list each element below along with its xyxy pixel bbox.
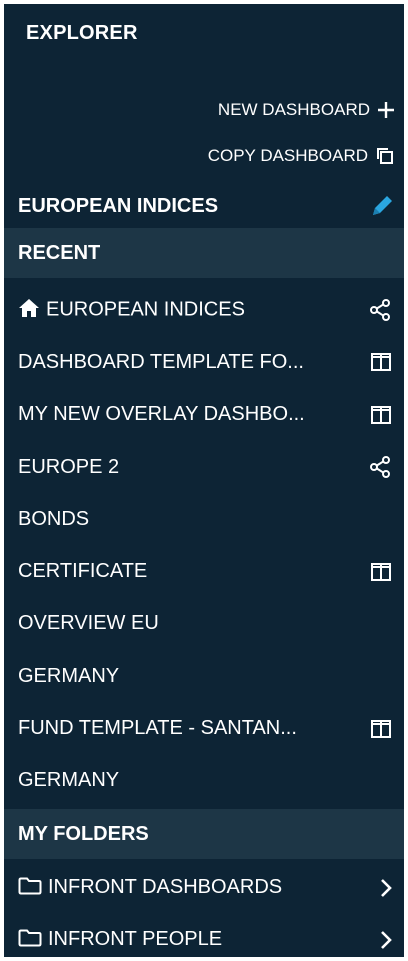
my-folders-header-label: MY FOLDERS — [18, 822, 149, 845]
copy-dashboard-label: COPY DASHBOARD — [207, 146, 368, 165]
my-folders-section-header: MY FOLDERS — [4, 809, 404, 859]
recent-item[interactable]: GERMANY — [4, 650, 404, 702]
recent-item[interactable]: FUND TEMPLATE - SANTAN... — [4, 702, 404, 754]
edit-pencil-icon[interactable] — [368, 192, 396, 220]
recent-item-label: FUND TEMPLATE - SANTAN... — [18, 717, 297, 740]
share-icon[interactable] — [368, 455, 392, 479]
recent-item[interactable]: EUROPEAN INDICES — [4, 284, 404, 336]
recent-item-label: EUROPE 2 — [18, 455, 120, 478]
recent-item[interactable]: CERTIFICATE — [4, 545, 404, 597]
recent-item-label: DASHBOARD TEMPLATE FO... — [18, 350, 304, 373]
folder-icon — [18, 929, 42, 952]
columns-icon[interactable] — [370, 719, 392, 739]
recent-item[interactable]: DASHBOARD TEMPLATE FO... — [4, 336, 404, 388]
folder-item-label: INFRONT DASHBOARDS — [48, 876, 283, 899]
folder-item[interactable]: INFRONT DASHBOARDS — [4, 862, 404, 914]
copy-icon — [374, 145, 396, 167]
recent-item[interactable]: OVERVIEW EU — [4, 598, 404, 650]
recent-item[interactable]: MY NEW OVERLAY DASHBO... — [4, 389, 404, 441]
recent-item-label: BONDS — [18, 507, 90, 530]
current-dashboard[interactable]: EUROPEAN INDICES — [4, 184, 404, 228]
recent-item-label: MY NEW OVERLAY DASHBO... — [18, 403, 305, 426]
recent-item-label: EUROPEAN INDICES — [46, 298, 245, 321]
share-icon[interactable] — [368, 298, 392, 322]
folder-icon — [18, 877, 42, 900]
recent-section-header: RECENT — [4, 228, 404, 278]
columns-icon[interactable] — [370, 562, 392, 582]
current-dashboard-label: EUROPEAN INDICES — [18, 194, 219, 217]
recent-item[interactable]: BONDS — [4, 493, 404, 545]
explorer-panel: EXPLORER NEW DASHBOARD COPY DASHBOARD EU… — [4, 4, 404, 957]
recent-item-label: GERMANY — [18, 664, 120, 687]
recent-item-label: CERTIFICATE — [18, 560, 148, 583]
folders-list: INFRONT DASHBOARDS INFRONT PEOPLE — [4, 862, 404, 957]
recent-item-label: GERMANY — [18, 769, 120, 792]
home-icon — [18, 298, 40, 322]
plus-icon — [376, 100, 396, 120]
new-dashboard-button[interactable]: NEW DASHBOARD — [218, 95, 396, 125]
columns-icon[interactable] — [370, 352, 392, 372]
columns-icon[interactable] — [370, 405, 392, 425]
explorer-title: EXPLORER — [26, 22, 138, 44]
chevron-right-icon[interactable] — [378, 877, 394, 899]
recent-item[interactable]: GERMANY — [4, 755, 404, 807]
copy-dashboard-button[interactable]: COPY DASHBOARD — [208, 141, 396, 171]
new-dashboard-label: NEW DASHBOARD — [217, 100, 370, 119]
recent-item[interactable]: EUROPE 2 — [4, 441, 404, 493]
folder-item-label: INFRONT PEOPLE — [48, 928, 223, 951]
recent-header-label: RECENT — [18, 241, 101, 264]
recent-item-label: OVERVIEW EU — [18, 612, 159, 635]
folder-item[interactable]: INFRONT PEOPLE — [4, 914, 404, 957]
chevron-right-icon[interactable] — [378, 929, 394, 951]
recent-list: EUROPEAN INDICES DASHBOARD TEMPLATE FO..… — [4, 284, 404, 807]
